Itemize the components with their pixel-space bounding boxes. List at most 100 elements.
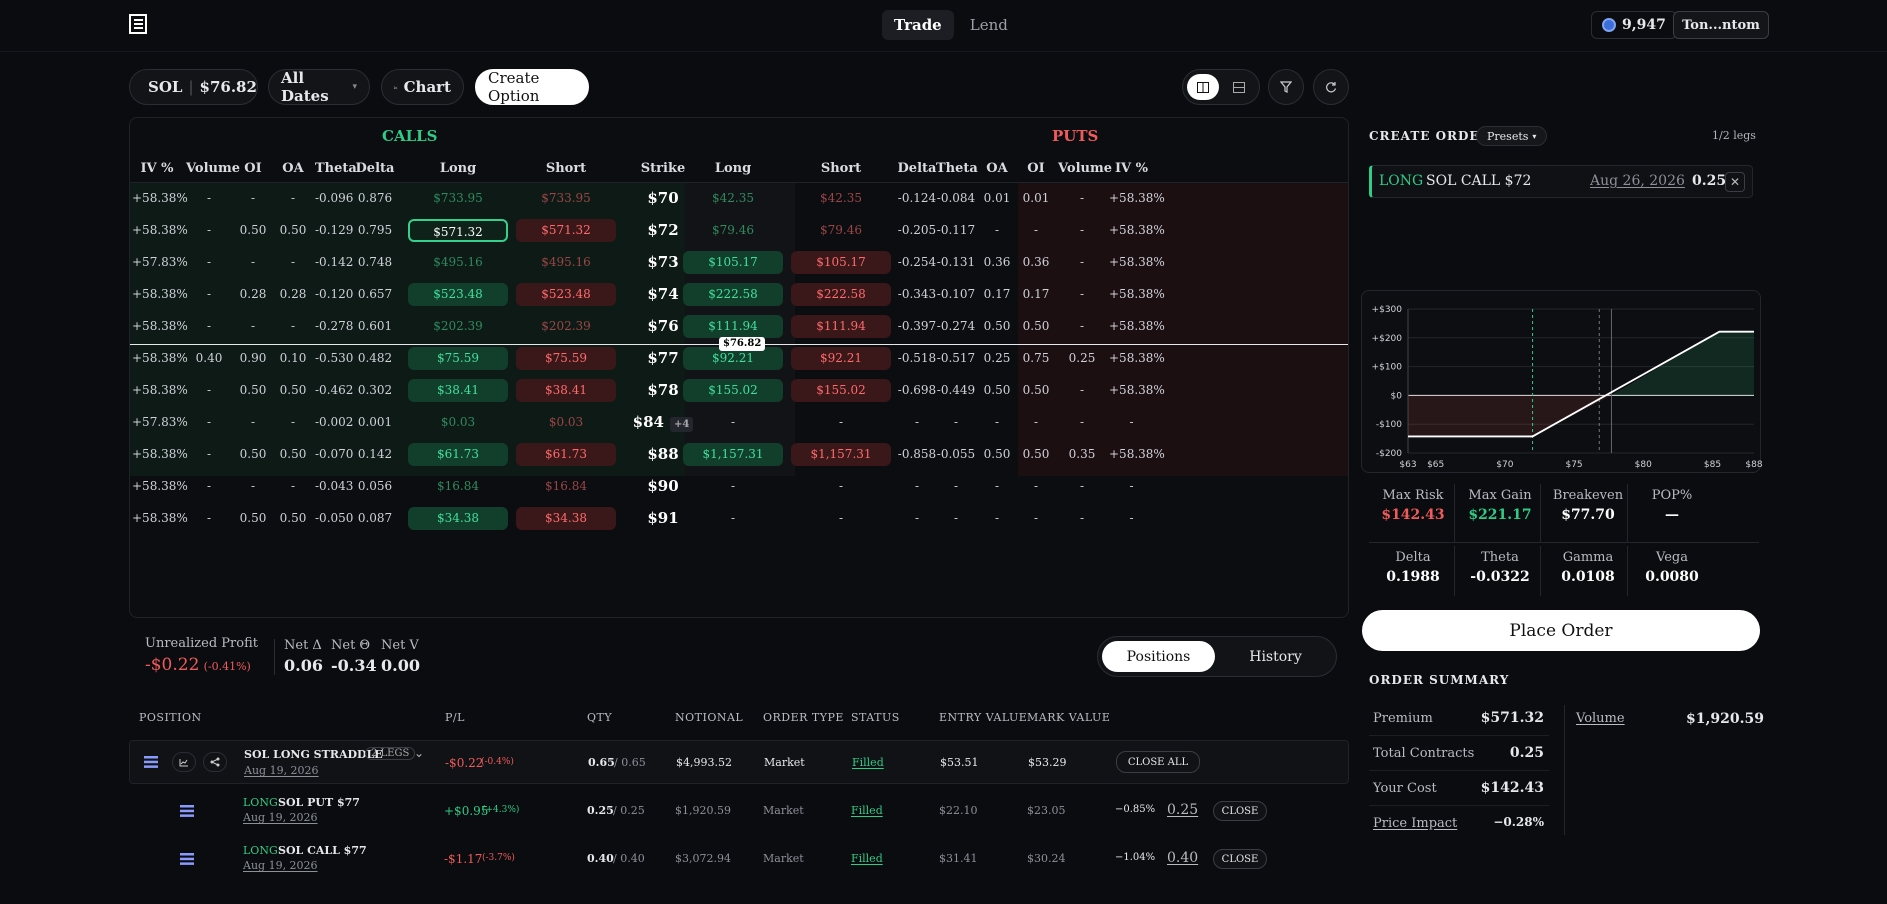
call-long-price[interactable]: $75.59	[408, 347, 508, 370]
chain-row[interactable]: +57.83% - - - -0.002 0.001 $0.03 $0.03 $84 +4- - - -…	[130, 406, 1348, 438]
chain-row[interactable]: +58.38% - 0.50 0.50 -0.462 0.302 $38.41 $38.41 $…	[130, 374, 1348, 406]
call-long-price[interactable]: $523.48	[408, 283, 508, 306]
call-long-price[interactable]: $61.73	[408, 443, 508, 466]
call-short-price[interactable]: $495.16	[516, 251, 616, 274]
payoff-chart: +$300 +$200 +$100 $0 -$100 -$200 $63 $65 $70 $75 $…	[1361, 290, 1763, 473]
put-long-price[interactable]: $79.46	[683, 219, 783, 242]
position-leg-row[interactable]: LONG SOL PUT $77 Aug 19, 2026 +$0.95 (+4.3%)…	[129, 792, 1349, 832]
close-button[interactable]: CLOSE	[1213, 849, 1267, 869]
put-short-price[interactable]: -	[789, 406, 893, 438]
put-short-price[interactable]: $79.46	[791, 219, 891, 242]
call-long-price[interactable]: $38.41	[408, 379, 508, 402]
app-logo-icon[interactable]	[129, 14, 147, 34]
call-short-price[interactable]: $571.32	[516, 219, 616, 242]
position-group-row[interactable]: SOL LONG STRADDLE 2 LEGS ⌄ Aug 19, 2026 …	[129, 740, 1349, 784]
put-long-price[interactable]: $105.17	[683, 251, 783, 274]
wallet-button[interactable]: Ton...ntom	[1673, 11, 1769, 39]
place-order-button[interactable]: Place Order	[1362, 610, 1760, 651]
asset-selector[interactable]: SOL | $76.82	[129, 69, 258, 105]
call-cell: -0.070	[315, 447, 354, 461]
put-cell: -0.124	[897, 191, 937, 205]
date-filter-dropdown[interactable]: All Dates ▾	[268, 69, 370, 105]
call-cell: 0.50	[239, 223, 267, 237]
call-short-price[interactable]: $0.03	[516, 411, 616, 434]
call-long-price[interactable]: $571.32	[408, 219, 508, 242]
call-long-price[interactable]: $16.84	[408, 475, 508, 498]
stacked-view-button[interactable]	[1223, 74, 1255, 100]
put-long-price[interactable]: -	[681, 406, 785, 438]
call-short-price[interactable]: $16.84	[516, 475, 616, 498]
call-long-price[interactable]: $733.95	[408, 187, 508, 210]
chain-row[interactable]: +58.38% - - - -0.043 0.056 $16.84 $16.84 $90- - - -…	[130, 470, 1348, 502]
tab-lend[interactable]: Lend	[958, 10, 1020, 40]
volume-label[interactable]: Volume	[1576, 711, 1625, 726]
call-short-price[interactable]: $202.39	[516, 315, 616, 338]
chart-button[interactable]: Chart	[381, 69, 464, 105]
leg-notional: $1,920.59	[675, 804, 731, 817]
call-long-price[interactable]: $34.38	[408, 507, 508, 530]
put-long-price[interactable]: $111.94	[683, 315, 783, 338]
put-long-price[interactable]: $1,157.31	[683, 443, 783, 466]
close-all-button[interactable]: CLOSE ALL	[1116, 751, 1200, 773]
tab-positions[interactable]: Positions	[1102, 641, 1215, 672]
put-long-price[interactable]: -	[681, 470, 785, 502]
chain-row[interactable]: +57.83% - - - -0.142 0.748 $495.16 $495.16 $73 $1…	[130, 246, 1348, 278]
call-long-price[interactable]: $0.03	[408, 411, 508, 434]
put-long-price[interactable]: $222.58	[683, 283, 783, 306]
call-long-price[interactable]: $202.39	[408, 315, 508, 338]
call-short-price[interactable]: $61.73	[516, 443, 616, 466]
leg-name: SOL PUT $77	[278, 796, 360, 809]
refresh-button[interactable]	[1313, 69, 1349, 105]
chain-row[interactable]: +58.38% - 0.50 0.50 -0.070 0.142 $61.73 $61.73 $…	[130, 438, 1348, 470]
put-cell: -0.117	[936, 223, 976, 237]
divider	[1627, 546, 1628, 596]
position-leg-row[interactable]: LONG SOL CALL $77 Aug 19, 2026 -$1.17 (-3.7%…	[129, 840, 1349, 880]
call-short-price[interactable]: $733.95	[516, 187, 616, 210]
call-short-price[interactable]: $38.41	[516, 379, 616, 402]
leg-expiry[interactable]: Aug 26, 2026	[1590, 173, 1685, 189]
create-option-button[interactable]: Create Option	[475, 69, 589, 105]
share-button[interactable]	[203, 752, 227, 772]
call-cell: 0.601	[357, 319, 393, 333]
put-short-price[interactable]: $155.02	[791, 379, 891, 402]
chain-row[interactable]: +58.38% - 0.50 0.50 -0.050 0.087 $34.38 $34.38 $…	[130, 502, 1348, 534]
put-cell: -0.517	[936, 351, 976, 365]
close-qty-input[interactable]: 0.40	[1167, 850, 1198, 866]
put-short-price[interactable]: -	[789, 502, 893, 534]
put-short-price[interactable]: $111.94	[791, 315, 891, 338]
leg-quantity-input[interactable]: 0.25	[1692, 173, 1726, 189]
put-long-price[interactable]: -	[681, 502, 785, 534]
filter-button[interactable]	[1268, 69, 1304, 105]
chain-row[interactable]: +58.38% - 0.28 0.28 -0.120 0.657 $523.48 $523.4…	[130, 278, 1348, 310]
put-short-price[interactable]: $42.35	[791, 187, 891, 210]
tab-trade[interactable]: Trade	[882, 10, 954, 40]
put-long-price[interactable]: $155.02	[683, 379, 783, 402]
put-cell: 0.50	[1022, 447, 1050, 461]
close-qty-input[interactable]: 0.25	[1167, 802, 1198, 818]
legs-count: 1/2 legs	[1712, 129, 1756, 142]
put-cell: 0.01	[983, 191, 1011, 205]
put-short-price[interactable]: $222.58	[791, 283, 891, 306]
put-short-price[interactable]: $1,157.31	[791, 443, 891, 466]
position-chart-button[interactable]	[172, 752, 196, 772]
put-short-price[interactable]: $92.21	[791, 347, 891, 370]
put-short-price[interactable]: $105.17	[791, 251, 891, 274]
call-short-price[interactable]: $75.59	[516, 347, 616, 370]
chevron-down-icon[interactable]: ⌄	[414, 746, 424, 760]
remove-leg-icon[interactable]: ✕	[1725, 172, 1745, 192]
call-short-price[interactable]: $523.48	[516, 283, 616, 306]
call-long-price[interactable]: $495.16	[408, 251, 508, 274]
split-view-button[interactable]	[1187, 74, 1219, 100]
put-short-price[interactable]: -	[789, 470, 893, 502]
put-long-price[interactable]: $42.35	[683, 187, 783, 210]
chain-row[interactable]: +58.38% - - - -0.096 0.876 $733.95 $733.95 $70 $4…	[130, 182, 1348, 214]
close-button[interactable]: CLOSE	[1213, 801, 1267, 821]
summary-value: $142.43	[1480, 780, 1544, 796]
balance-display[interactable]: 9,947	[1591, 11, 1677, 39]
chain-row[interactable]: +58.38% - 0.50 0.50 -0.129 0.795 $571.32 $571.3…	[130, 214, 1348, 246]
call-short-price[interactable]: $34.38	[516, 507, 616, 530]
x-tick-label: $88	[1745, 460, 1762, 470]
presets-dropdown[interactable]: Presets ▾	[1476, 126, 1548, 146]
put-cell: -	[1033, 511, 1039, 525]
tab-history[interactable]: History	[1219, 641, 1332, 672]
